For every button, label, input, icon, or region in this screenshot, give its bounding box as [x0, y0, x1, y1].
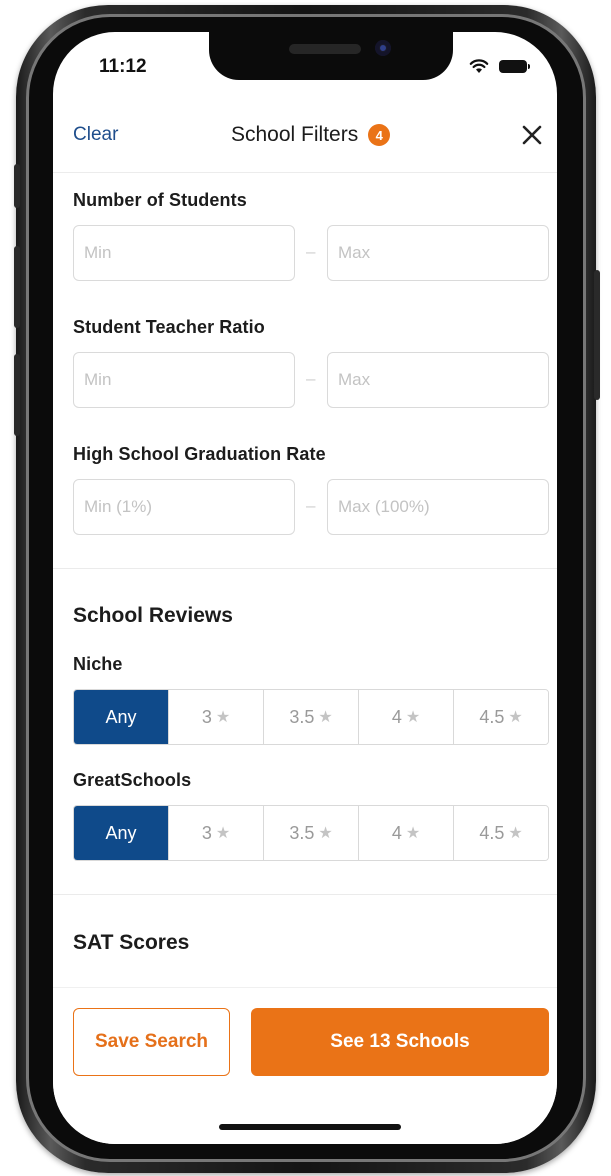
filters-footer: Save Search See 13 Schools — [53, 987, 557, 1144]
greatschools-option-3-5[interactable]: 3.5 ★ — [263, 806, 358, 860]
option-label: 4 — [391, 822, 402, 843]
reviews-section-title: School Reviews — [73, 604, 233, 627]
option-label: 3.5 — [289, 822, 315, 843]
niche-option-any[interactable]: Any — [74, 690, 168, 744]
star-icon: ★ — [215, 709, 231, 726]
range-separator: – — [306, 496, 316, 515]
star-icon: ★ — [405, 825, 421, 842]
front-camera — [375, 40, 391, 56]
greatschools-option-4[interactable]: 4 ★ — [358, 806, 453, 860]
students-min-input[interactable] — [73, 225, 295, 281]
volume-up-button — [14, 246, 20, 328]
title-group: School Filters 4 — [231, 122, 391, 148]
clear-button[interactable]: Clear — [73, 124, 118, 146]
status-time: 11:12 — [99, 56, 147, 77]
niche-option-3-5[interactable]: 3.5 ★ — [263, 690, 358, 744]
section-divider — [53, 894, 557, 895]
niche-rating-selector: Any 3 ★ 3.5 ★ 4 ★ 4.5 ★ — [73, 689, 549, 745]
power-button — [594, 270, 600, 400]
star-icon: ★ — [508, 825, 523, 842]
filters-header: Clear School Filters 4 — [53, 102, 557, 173]
students-max-input[interactable] — [327, 225, 549, 281]
screen: 11:12 Clear School Filters 4 Number of S… — [53, 32, 557, 1144]
option-label: 4 — [391, 706, 402, 727]
option-label: Any — [105, 706, 137, 727]
sat-section-title: SAT Scores — [73, 931, 190, 954]
page-title: School Filters — [231, 123, 359, 146]
speaker-grille — [289, 44, 361, 54]
home-indicator[interactable] — [219, 1124, 401, 1130]
niche-option-3[interactable]: 3 ★ — [168, 690, 263, 744]
close-icon[interactable] — [521, 124, 543, 146]
greatschools-option-4-5[interactable]: 4.5 ★ — [453, 806, 548, 860]
greatschools-rating-selector: Any 3 ★ 3.5 ★ 4 ★ 4.5 ★ — [73, 805, 549, 861]
section-divider — [53, 568, 557, 569]
greatschools-option-any[interactable]: Any — [74, 806, 168, 860]
star-icon: ★ — [508, 709, 523, 726]
see-schools-button[interactable]: See 13 Schools — [251, 1008, 549, 1076]
star-icon: ★ — [215, 825, 231, 842]
ratio-min-input[interactable] — [73, 352, 295, 408]
battery-icon — [499, 60, 530, 73]
niche-label: Niche — [73, 654, 123, 674]
save-search-button[interactable]: Save Search — [73, 1008, 230, 1076]
graduation-max-input[interactable] — [327, 479, 549, 535]
option-label: 4.5 — [479, 822, 505, 843]
option-label: 3.5 — [289, 706, 315, 727]
star-icon: ★ — [318, 709, 333, 726]
greatschools-option-3[interactable]: 3 ★ — [168, 806, 263, 860]
notch — [209, 32, 453, 80]
option-label: 3 — [201, 706, 212, 727]
star-icon: ★ — [405, 709, 421, 726]
ratio-max-input[interactable] — [327, 352, 549, 408]
wifi-icon — [469, 59, 489, 73]
option-label: Any — [105, 822, 137, 843]
star-icon: ★ — [318, 825, 333, 842]
range-separator: – — [306, 242, 316, 261]
students-label: Number of Students — [73, 190, 247, 210]
option-label: 4.5 — [479, 706, 505, 727]
filter-count-badge: 4 — [368, 124, 391, 146]
graduation-min-input[interactable] — [73, 479, 295, 535]
option-label: 3 — [201, 822, 212, 843]
niche-option-4[interactable]: 4 ★ — [358, 690, 453, 744]
mute-switch — [14, 164, 20, 208]
greatschools-label: GreatSchools — [73, 770, 192, 790]
niche-option-4-5[interactable]: 4.5 ★ — [453, 690, 548, 744]
ratio-label: Student Teacher Ratio — [73, 317, 265, 337]
graduation-label: High School Graduation Rate — [73, 444, 326, 464]
volume-down-button — [14, 354, 20, 436]
range-separator: – — [306, 369, 316, 388]
